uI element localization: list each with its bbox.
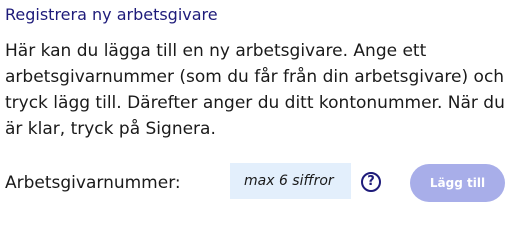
page-title: Registrera ny arbetsgivare <box>5 5 218 24</box>
add-employer-button[interactable]: Lägg till <box>410 164 505 202</box>
employer-number-input[interactable] <box>230 163 351 199</box>
question-circle-icon[interactable]: ? <box>361 172 381 192</box>
instructions-text: Här kan du lägga till en ny arbetsgivare… <box>5 41 505 139</box>
employer-number-label: Arbetsgivarnummer: <box>5 173 181 193</box>
